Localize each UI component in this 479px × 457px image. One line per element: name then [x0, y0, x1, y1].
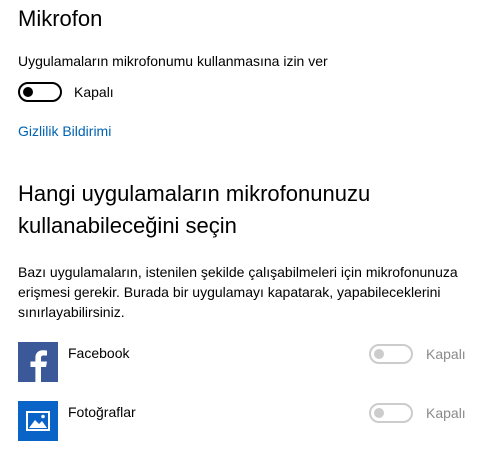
apps-section-description: Bazı uygulamaların, istenilen şekilde ça… [18, 264, 458, 320]
facebook-icon [18, 342, 58, 382]
app-name: Fotoğraflar [68, 404, 136, 420]
app-state-label: Kapalı [426, 405, 466, 421]
apps-section-heading: Hangi uygulamaların mikrofonunuzu kullan… [18, 181, 371, 238]
toggle-knob [374, 408, 384, 418]
mic-access-state: Kapalı [74, 84, 114, 100]
toggle-knob [23, 87, 33, 97]
mic-access-toggle[interactable] [18, 82, 62, 102]
toggle-knob [374, 349, 384, 359]
mic-access-label: Uygulamaların mikrofonumu kullanmasına i… [18, 53, 328, 69]
privacy-statement-link[interactable]: Gizlilik Bildirimi [18, 122, 111, 140]
photos-icon [18, 401, 58, 441]
facebook-mic-toggle[interactable] [369, 344, 413, 364]
page-title: Mikrofon [18, 6, 103, 31]
app-row-photos: Fotoğraflar Kapalı [0, 401, 479, 443]
app-state-label: Kapalı [426, 346, 466, 362]
photos-mic-toggle[interactable] [369, 403, 413, 423]
app-row-facebook: Facebook Kapalı [0, 342, 479, 384]
microphone-settings-page: Mikrofon Uygulamaların mikrofonumu kulla… [0, 0, 479, 457]
app-name: Facebook [68, 345, 130, 361]
